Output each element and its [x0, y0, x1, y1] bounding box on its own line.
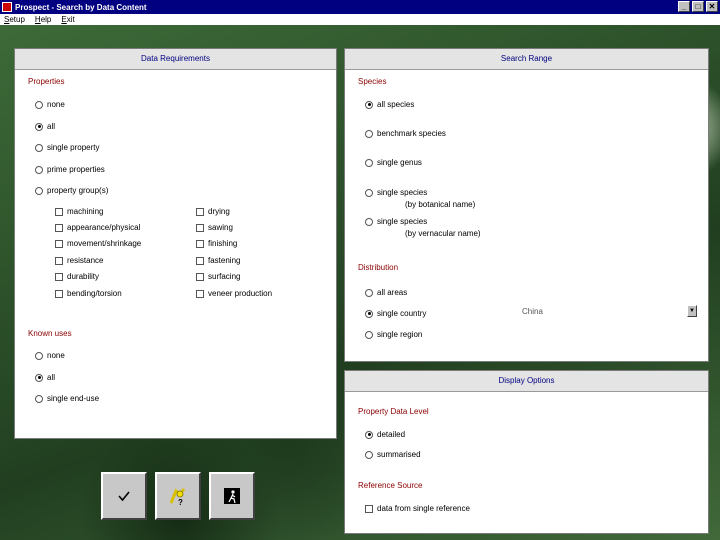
display-options-panel: Display Options Property Data Level deta…	[344, 370, 709, 534]
properties-label: Properties	[28, 77, 65, 86]
properties-none-radio[interactable]: none	[35, 100, 65, 109]
app-icon[interactable]	[2, 2, 12, 12]
level-summarised-radio[interactable]: summarised	[365, 450, 421, 459]
group-checkbox-bending[interactable]: bending/torsion	[55, 289, 122, 298]
species-all-radio[interactable]: all species	[365, 100, 414, 109]
group-checkbox-sawing[interactable]: sawing	[196, 223, 233, 232]
properties-prime-radio[interactable]: prime properties	[35, 165, 105, 174]
search-range-header: Search Range	[345, 49, 708, 70]
minimize-button[interactable]: _	[678, 1, 690, 12]
data-requirements-panel: Data Requirements Properties none all si…	[14, 48, 337, 439]
group-checkbox-movement[interactable]: movement/shrinkage	[55, 239, 141, 248]
group-checkbox-machining[interactable]: machining	[55, 207, 103, 216]
species-label: Species	[358, 77, 387, 86]
ok-button[interactable]	[101, 472, 147, 520]
vernacular-sublabel: (by vernacular name)	[405, 229, 481, 238]
group-checkbox-resistance[interactable]: resistance	[55, 256, 103, 265]
known-uses-all-radio[interactable]: all	[35, 373, 55, 382]
distribution-region-radio[interactable]: single region	[365, 330, 422, 339]
group-checkbox-fastening[interactable]: fastening	[196, 256, 240, 265]
help-button[interactable]: ?	[155, 472, 201, 520]
exit-button[interactable]	[209, 472, 255, 520]
data-requirements-header: Data Requirements	[15, 49, 336, 70]
country-select[interactable]: China ▼	[521, 305, 697, 317]
search-range-panel: Search Range Species all species benchma…	[344, 48, 709, 362]
species-benchmark-radio[interactable]: benchmark species	[365, 129, 446, 138]
menu-help[interactable]: Help	[35, 15, 51, 24]
display-options-header: Display Options	[345, 371, 708, 392]
menu-setup[interactable]: Setup	[4, 15, 25, 24]
distribution-country-radio[interactable]: single country	[365, 309, 426, 318]
level-detailed-radio[interactable]: detailed	[365, 430, 405, 439]
species-genus-radio[interactable]: single genus	[365, 158, 422, 167]
group-checkbox-surfacing[interactable]: surfacing	[196, 272, 240, 281]
close-button[interactable]: ✕	[706, 1, 718, 12]
distribution-all-radio[interactable]: all areas	[365, 288, 407, 297]
properties-all-radio[interactable]: all	[35, 122, 55, 131]
svg-text:?: ?	[178, 498, 183, 507]
group-checkbox-drying[interactable]: drying	[196, 207, 230, 216]
group-checkbox-veneer[interactable]: veneer production	[196, 289, 272, 298]
known-uses-none-radio[interactable]: none	[35, 351, 65, 360]
title-bar: Prospect - Search by Data Content _ □ ✕	[0, 0, 720, 14]
species-vernacular-radio[interactable]: single species	[365, 217, 427, 226]
property-level-label: Property Data Level	[358, 407, 429, 416]
window-title: Prospect - Search by Data Content	[15, 2, 147, 12]
reference-source-label: Reference Source	[358, 481, 423, 490]
country-select-value: China	[522, 306, 543, 316]
menu-bar: Setup Help Exit	[0, 14, 720, 25]
distribution-label: Distribution	[358, 263, 399, 272]
known-uses-label: Known uses	[28, 329, 72, 338]
maximize-button[interactable]: □	[692, 1, 704, 12]
checkmark-icon	[118, 491, 130, 502]
group-checkbox-appearance[interactable]: appearance/physical	[55, 223, 140, 232]
botanical-sublabel: (by botanical name)	[405, 200, 476, 209]
exit-door-icon	[224, 488, 240, 504]
group-checkbox-durability[interactable]: durability	[55, 272, 99, 281]
help-icon: ?	[169, 488, 186, 507]
properties-single-radio[interactable]: single property	[35, 143, 99, 152]
chevron-down-icon[interactable]: ▼	[687, 305, 697, 317]
species-botanical-radio[interactable]: single species	[365, 188, 427, 197]
known-uses-single-radio[interactable]: single end-use	[35, 394, 99, 403]
menu-exit[interactable]: Exit	[61, 15, 74, 24]
group-checkbox-finishing[interactable]: finishing	[196, 239, 237, 248]
properties-group-radio[interactable]: property group(s)	[35, 186, 108, 195]
single-reference-checkbox[interactable]: data from single reference	[365, 504, 470, 513]
